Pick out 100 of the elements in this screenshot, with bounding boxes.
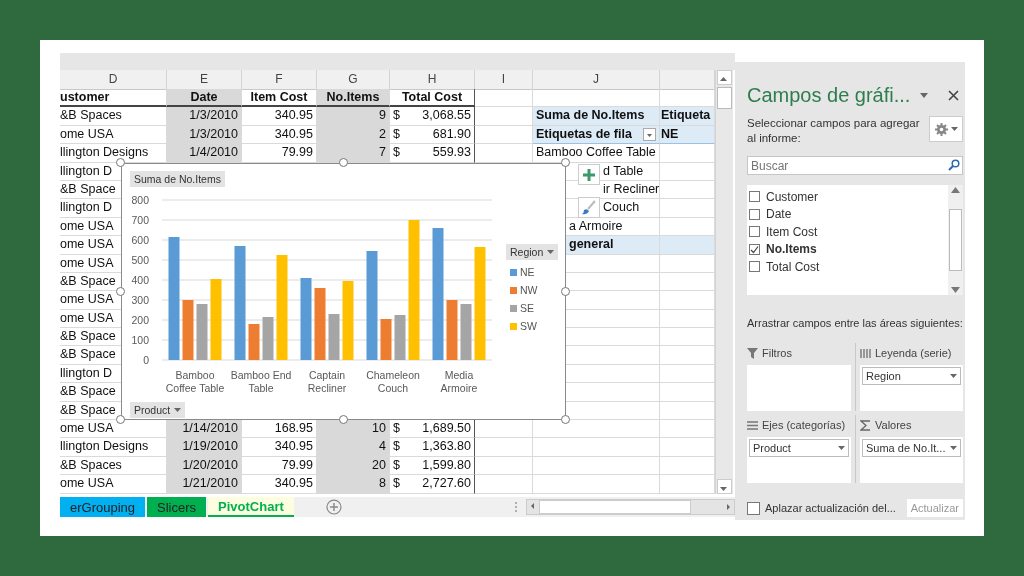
checkbox[interactable] (749, 243, 760, 255)
field-name: Customer (766, 189, 818, 204)
currency-symbol: $ (393, 475, 400, 493)
checkbox[interactable] (749, 226, 760, 238)
axis-label: 500 (131, 253, 149, 266)
empty-cell (475, 438, 533, 457)
caret-icon (950, 374, 957, 378)
caret-icon (838, 446, 845, 450)
cell-value: 3,068.55 (422, 107, 471, 125)
currency-symbol: $ (393, 125, 400, 143)
category-label: Bamboo End Table (230, 369, 292, 394)
drop-area[interactable]: Product (747, 437, 851, 483)
scrollbar-thumb[interactable] (717, 87, 732, 109)
caret-icon (547, 250, 555, 254)
column-title: Total Cost (390, 89, 475, 108)
empty-cell (475, 89, 533, 108)
currency-symbol: $ (393, 456, 400, 474)
field-name: No.Items (766, 242, 817, 257)
field-button[interactable]: Product (130, 402, 186, 418)
category-label: Captain Recliner (307, 369, 347, 394)
axis-label: 100 (131, 333, 149, 346)
add-element-button[interactable] (578, 164, 600, 185)
cell-value: 559.93 (432, 144, 471, 162)
scroll-up-icon[interactable] (717, 70, 732, 85)
field-button[interactable]: Suma de No.Items (130, 171, 225, 187)
rows-icon (747, 419, 758, 431)
axis-label: 300 (131, 293, 149, 306)
resize-handle[interactable] (116, 158, 125, 167)
drop-area[interactable]: Region (860, 365, 963, 411)
column-title: Date (167, 89, 242, 108)
pivot-header: Suma de No.Items (533, 107, 660, 126)
legend-item: NE (510, 266, 559, 278)
resize-handle[interactable] (116, 286, 125, 296)
resize-handle[interactable] (561, 415, 570, 424)
legend-item: NW (510, 284, 559, 296)
search-field[interactable]: Buscar (747, 156, 963, 175)
currency-symbol: $ (393, 144, 400, 162)
vertical-scrollbar[interactable] (948, 185, 963, 295)
scrollbar-thumb[interactable] (538, 500, 691, 514)
drag-handle-icon[interactable] (513, 501, 518, 513)
scroll-down-icon[interactable] (951, 287, 960, 293)
field-dropdown[interactable]: Suma de No.It... (862, 439, 961, 457)
resize-handle[interactable] (338, 415, 348, 424)
column-header[interactable]: D (60, 70, 167, 90)
resize-handle[interactable] (338, 158, 348, 167)
resize-handle[interactable] (561, 158, 570, 167)
caret-icon[interactable] (920, 92, 929, 98)
bar (394, 315, 406, 360)
table-cell: 10 (317, 420, 390, 439)
dropdown-icon[interactable] (643, 127, 656, 141)
resize-handle[interactable] (116, 415, 125, 424)
area-title: Filtros (762, 347, 792, 359)
settings-button[interactable] (929, 116, 963, 142)
vertical-scrollbar[interactable] (715, 70, 733, 494)
category-label: Bamboo Coffee Table (165, 369, 225, 394)
pivot-header: Etiqueta (660, 107, 715, 126)
field-dropdown[interactable]: Product (749, 439, 849, 457)
column-header[interactable]: H (390, 70, 475, 90)
legend-item: SE (510, 302, 559, 314)
scroll-down-icon[interactable] (717, 479, 732, 494)
horizontal-scrollbar[interactable] (525, 499, 735, 515)
column-header[interactable]: F (242, 70, 317, 90)
column-header[interactable]: I (475, 70, 533, 90)
table-cell: 4 (317, 438, 390, 457)
field-name: Item Cost (766, 224, 818, 239)
close-icon[interactable] (948, 89, 959, 101)
scrollbar-thumb[interactable] (949, 209, 962, 271)
field-button[interactable]: Region (506, 244, 559, 260)
scroll-up-icon[interactable] (951, 187, 960, 193)
field-dropdown[interactable]: Region (862, 367, 961, 385)
column-header[interactable]: J (533, 70, 660, 90)
checkbox[interactable] (747, 501, 760, 515)
resize-handle[interactable] (561, 286, 570, 296)
empty-cell (475, 475, 533, 494)
category-label: Chameleon Couch (366, 369, 420, 394)
checkbox[interactable] (749, 191, 760, 203)
caret-icon (174, 408, 182, 412)
search-icon[interactable] (948, 159, 960, 171)
cell-value: 2,727.60 (422, 475, 471, 493)
bar (380, 319, 392, 360)
chart-styles-button[interactable] (578, 197, 600, 218)
instruction-text: Seleccionar campos para agregar al informe: (747, 116, 921, 146)
drop-area[interactable]: Suma de No.It... (860, 437, 963, 483)
currency-symbol: $ (393, 438, 400, 456)
category-label: Media Armoire (440, 369, 478, 394)
instruction-text: Arrastrar campos entre las áreas siguientes: (747, 317, 963, 329)
checkbox[interactable] (749, 208, 760, 220)
table-cell: 1/14/2010 (167, 420, 242, 439)
field-name: Total Cost (766, 259, 820, 274)
cell-value: 1,599.80 (422, 456, 471, 474)
area-title: Leyenda (serie) (875, 347, 952, 359)
add-sheet-icon[interactable] (325, 499, 342, 515)
axis-label: 0 (143, 353, 149, 366)
bar (196, 304, 208, 360)
sheet-tab[interactable]: erGrouping (60, 497, 146, 517)
bar (460, 304, 472, 360)
checkbox[interactable] (749, 261, 760, 273)
bar (182, 300, 194, 360)
sheet-tab[interactable]: Slicers (147, 497, 207, 517)
pivot-header: Etiquetas de fila (536, 125, 632, 143)
